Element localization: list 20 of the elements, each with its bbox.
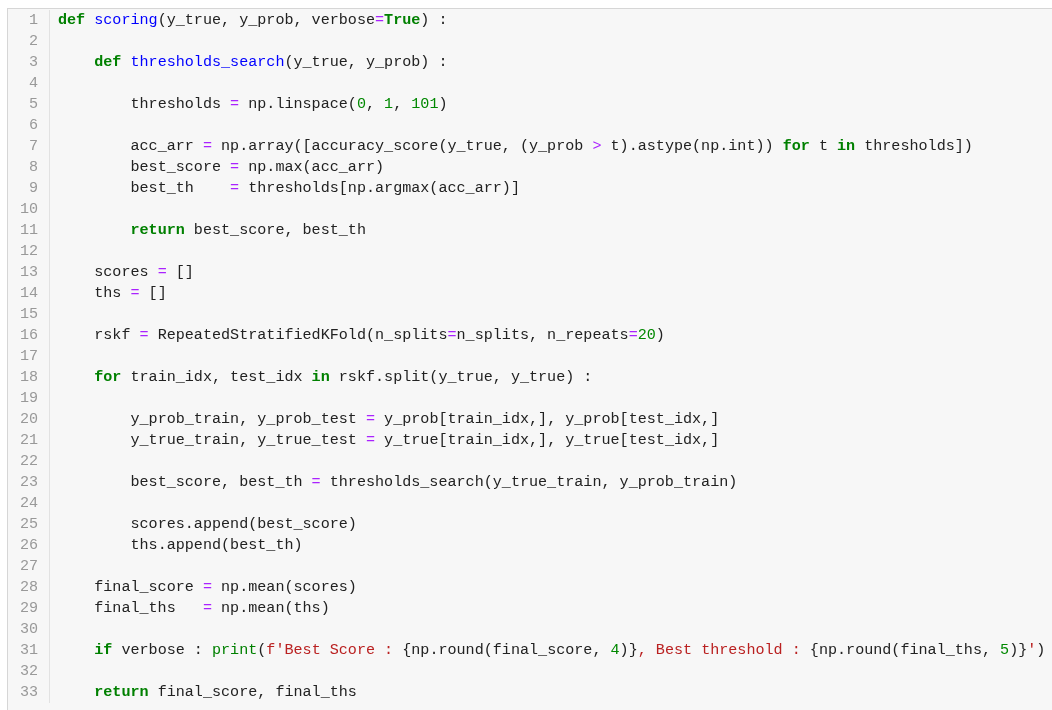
code-line: thresholds = np.linspace(0, 1, 101) [129, 94, 448, 115]
code-line: best_th = thresholds[np.argmax(acc_arr)] [129, 178, 520, 199]
code-line: rskf = RepeatedStratifiedKFold(n_splits=n_splits, n_repeats=20) [93, 325, 665, 346]
code-line: for train_idx, test_idx in rskf.split(y_true, y_true) : [93, 367, 593, 388]
code-line: scores.append(best_score) [129, 514, 357, 535]
code-line: return final_score, final_ths [93, 682, 357, 703]
code-line: best_score = np.max(acc_arr) [129, 157, 385, 178]
code-line: ths.append(best_th) [129, 535, 303, 556]
code-line: y_true_train, y_true_test = y_true[train_idx,], y_true[test_idx,] [129, 430, 720, 451]
code-line: final_ths = np.mean(ths) [93, 598, 330, 619]
code-line: scores = [] [93, 262, 194, 283]
code-line: ths = [] [93, 283, 167, 304]
code-line: def thresholds_search(y_true, y_prob) : [93, 52, 448, 73]
code-line: def scoring(y_true, y_prob, verbose=True) : [57, 10, 448, 31]
code-line: final_score = np.mean(scores) [93, 577, 357, 598]
code-line: return best_score, best_th [129, 220, 366, 241]
code-line: y_prob_train, y_prob_test = y_prob[train_idx,], y_prob[test_idx,] [129, 409, 720, 430]
code-line: if verbose : print(f'Best Score : {np.round(final_score, 4)}, Best threshold : {np.round(final_ths, 5)}') [93, 640, 1046, 661]
code-line: best_score, best_th = thresholds_search(y_true_train, y_prob_train) [129, 472, 738, 493]
code-line: acc_arr = np.array([accuracy_score(y_true, (y_prob > t).astype(np.int)) for t in thresholds]) [129, 136, 973, 157]
